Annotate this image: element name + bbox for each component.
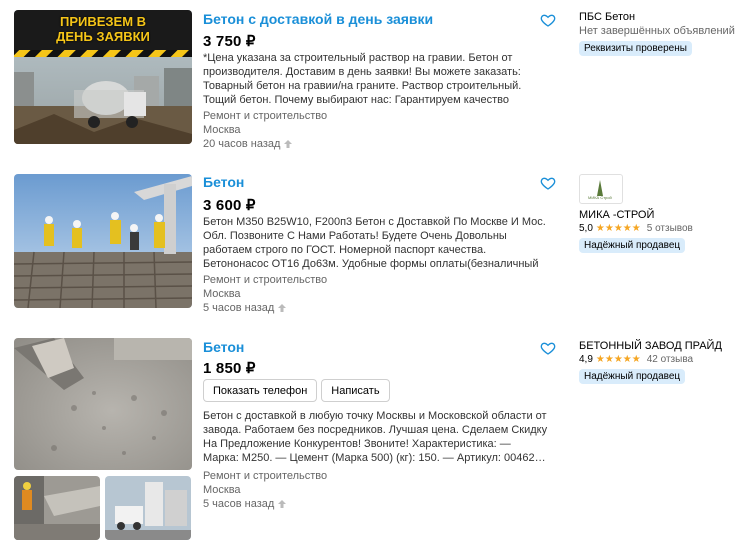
- up-arrow-icon: [277, 499, 287, 509]
- listing-item[interactable]: Бетон 1 850 ₽ Показать телефон Написать …: [0, 330, 750, 552]
- rating-value: 4,9: [579, 354, 593, 365]
- seller-status: Нет завершённых объявлений: [579, 25, 735, 37]
- up-arrow-icon: [283, 139, 293, 149]
- seller-badge: Реквизиты проверены: [579, 41, 692, 56]
- seller-badge: Надёжный продавец: [579, 238, 686, 253]
- listing-category: Ремонт и строительство: [203, 274, 328, 286]
- photo-banner-text: ПРИВЕЗЕМ В ДЕНЬ ЗАЯВКИ: [56, 14, 150, 44]
- seller-name-link[interactable]: ПБС Бетон: [579, 11, 744, 23]
- star-icon: ★★★★★: [595, 223, 641, 234]
- heart-outline-icon[interactable]: [540, 12, 556, 28]
- show-phone-button[interactable]: Показать телефон: [203, 379, 318, 402]
- listing-meta: Ремонт и строительство Москва 20 часов н…: [203, 109, 327, 151]
- listing-time: 5 часов назад: [203, 497, 327, 511]
- reviews-count[interactable]: 5 отзывов: [647, 223, 693, 234]
- listing-time-text: 20 часов назад: [203, 138, 281, 150]
- listing-description: *Цена указана за строительный раствор на…: [203, 52, 522, 106]
- listing-location: Москва: [203, 288, 241, 300]
- contact-buttons: Показать телефон Написать: [203, 379, 390, 402]
- up-arrow-icon: [277, 303, 287, 313]
- listing-description: Бетон М350 B25W10, F200п3 Бетон с Достав…: [203, 216, 546, 270]
- listing-time: 5 часов назад: [203, 301, 327, 315]
- listing-title-link[interactable]: Бетон: [203, 339, 244, 355]
- listing-item[interactable]: ПРИВЕЗЕМ В ДЕНЬ ЗАЯВКИ Бетон с доставкой…: [0, 0, 750, 160]
- seller-logo[interactable]: МИКА Строй: [579, 174, 623, 204]
- seller-block: БЕТОННЫЙ ЗАВОД ПРАЙД 4,9 ★★★★★ 42 отзыва…: [579, 340, 744, 384]
- listing-title-link[interactable]: Бетон: [203, 174, 244, 190]
- listing-description: Бетон с доставкой в любую точку Москвы и…: [203, 410, 548, 464]
- seller-name-link[interactable]: МИКА -СТРОЙ: [579, 209, 744, 221]
- listing-meta: Ремонт и строительство Москва 5 часов на…: [203, 273, 327, 315]
- listing-location: Москва: [203, 484, 241, 496]
- listing-time: 20 часов назад: [203, 137, 327, 151]
- listing-price: 1 850 ₽: [203, 360, 256, 377]
- listing-photo[interactable]: ПРИВЕЗЕМ В ДЕНЬ ЗАЯВКИ: [14, 10, 192, 144]
- heart-outline-icon[interactable]: [540, 340, 556, 356]
- star-icon: ★★★★★: [595, 354, 641, 365]
- write-message-button[interactable]: Написать: [321, 379, 390, 402]
- listing-category: Ремонт и строительство: [203, 470, 328, 482]
- heart-outline-icon[interactable]: [540, 175, 556, 191]
- listing-title-link[interactable]: Бетон с доставкой в день заявки: [203, 11, 433, 27]
- seller-block: ПБС Бетон Нет завершённых объявлений Рек…: [579, 11, 744, 56]
- seller-block: МИКА Строй МИКА -СТРОЙ 5,0 ★★★★★ 5 отзыв…: [579, 174, 744, 253]
- listing-price: 3 750 ₽: [203, 33, 256, 50]
- listing-item[interactable]: Бетон 3 600 ₽ Бетон М350 B25W10, F200п3 …: [0, 164, 750, 324]
- seller-badge: Надёжный продавец: [579, 369, 686, 384]
- listing-thumbnail[interactable]: [105, 476, 191, 540]
- rating-value: 5,0: [579, 223, 593, 234]
- listing-category: Ремонт и строительство: [203, 110, 328, 122]
- seller-rating[interactable]: 5,0 ★★★★★ 5 отзывов: [579, 223, 744, 234]
- listing-thumbnail[interactable]: [14, 476, 100, 540]
- seller-logo-text: МИКА Строй: [588, 195, 612, 200]
- seller-rating[interactable]: 4,9 ★★★★★ 42 отзыва: [579, 354, 744, 365]
- reviews-count[interactable]: 42 отзыва: [647, 354, 693, 365]
- seller-name-link[interactable]: БЕТОННЫЙ ЗАВОД ПРАЙД: [579, 340, 744, 352]
- listing-location: Москва: [203, 124, 241, 136]
- listing-time-text: 5 часов назад: [203, 302, 275, 314]
- listing-meta: Ремонт и строительство Москва 5 часов на…: [203, 469, 327, 511]
- listing-photo[interactable]: [14, 338, 192, 470]
- listing-time-text: 5 часов назад: [203, 498, 275, 510]
- listing-price: 3 600 ₽: [203, 197, 256, 214]
- listing-photo[interactable]: [14, 174, 192, 308]
